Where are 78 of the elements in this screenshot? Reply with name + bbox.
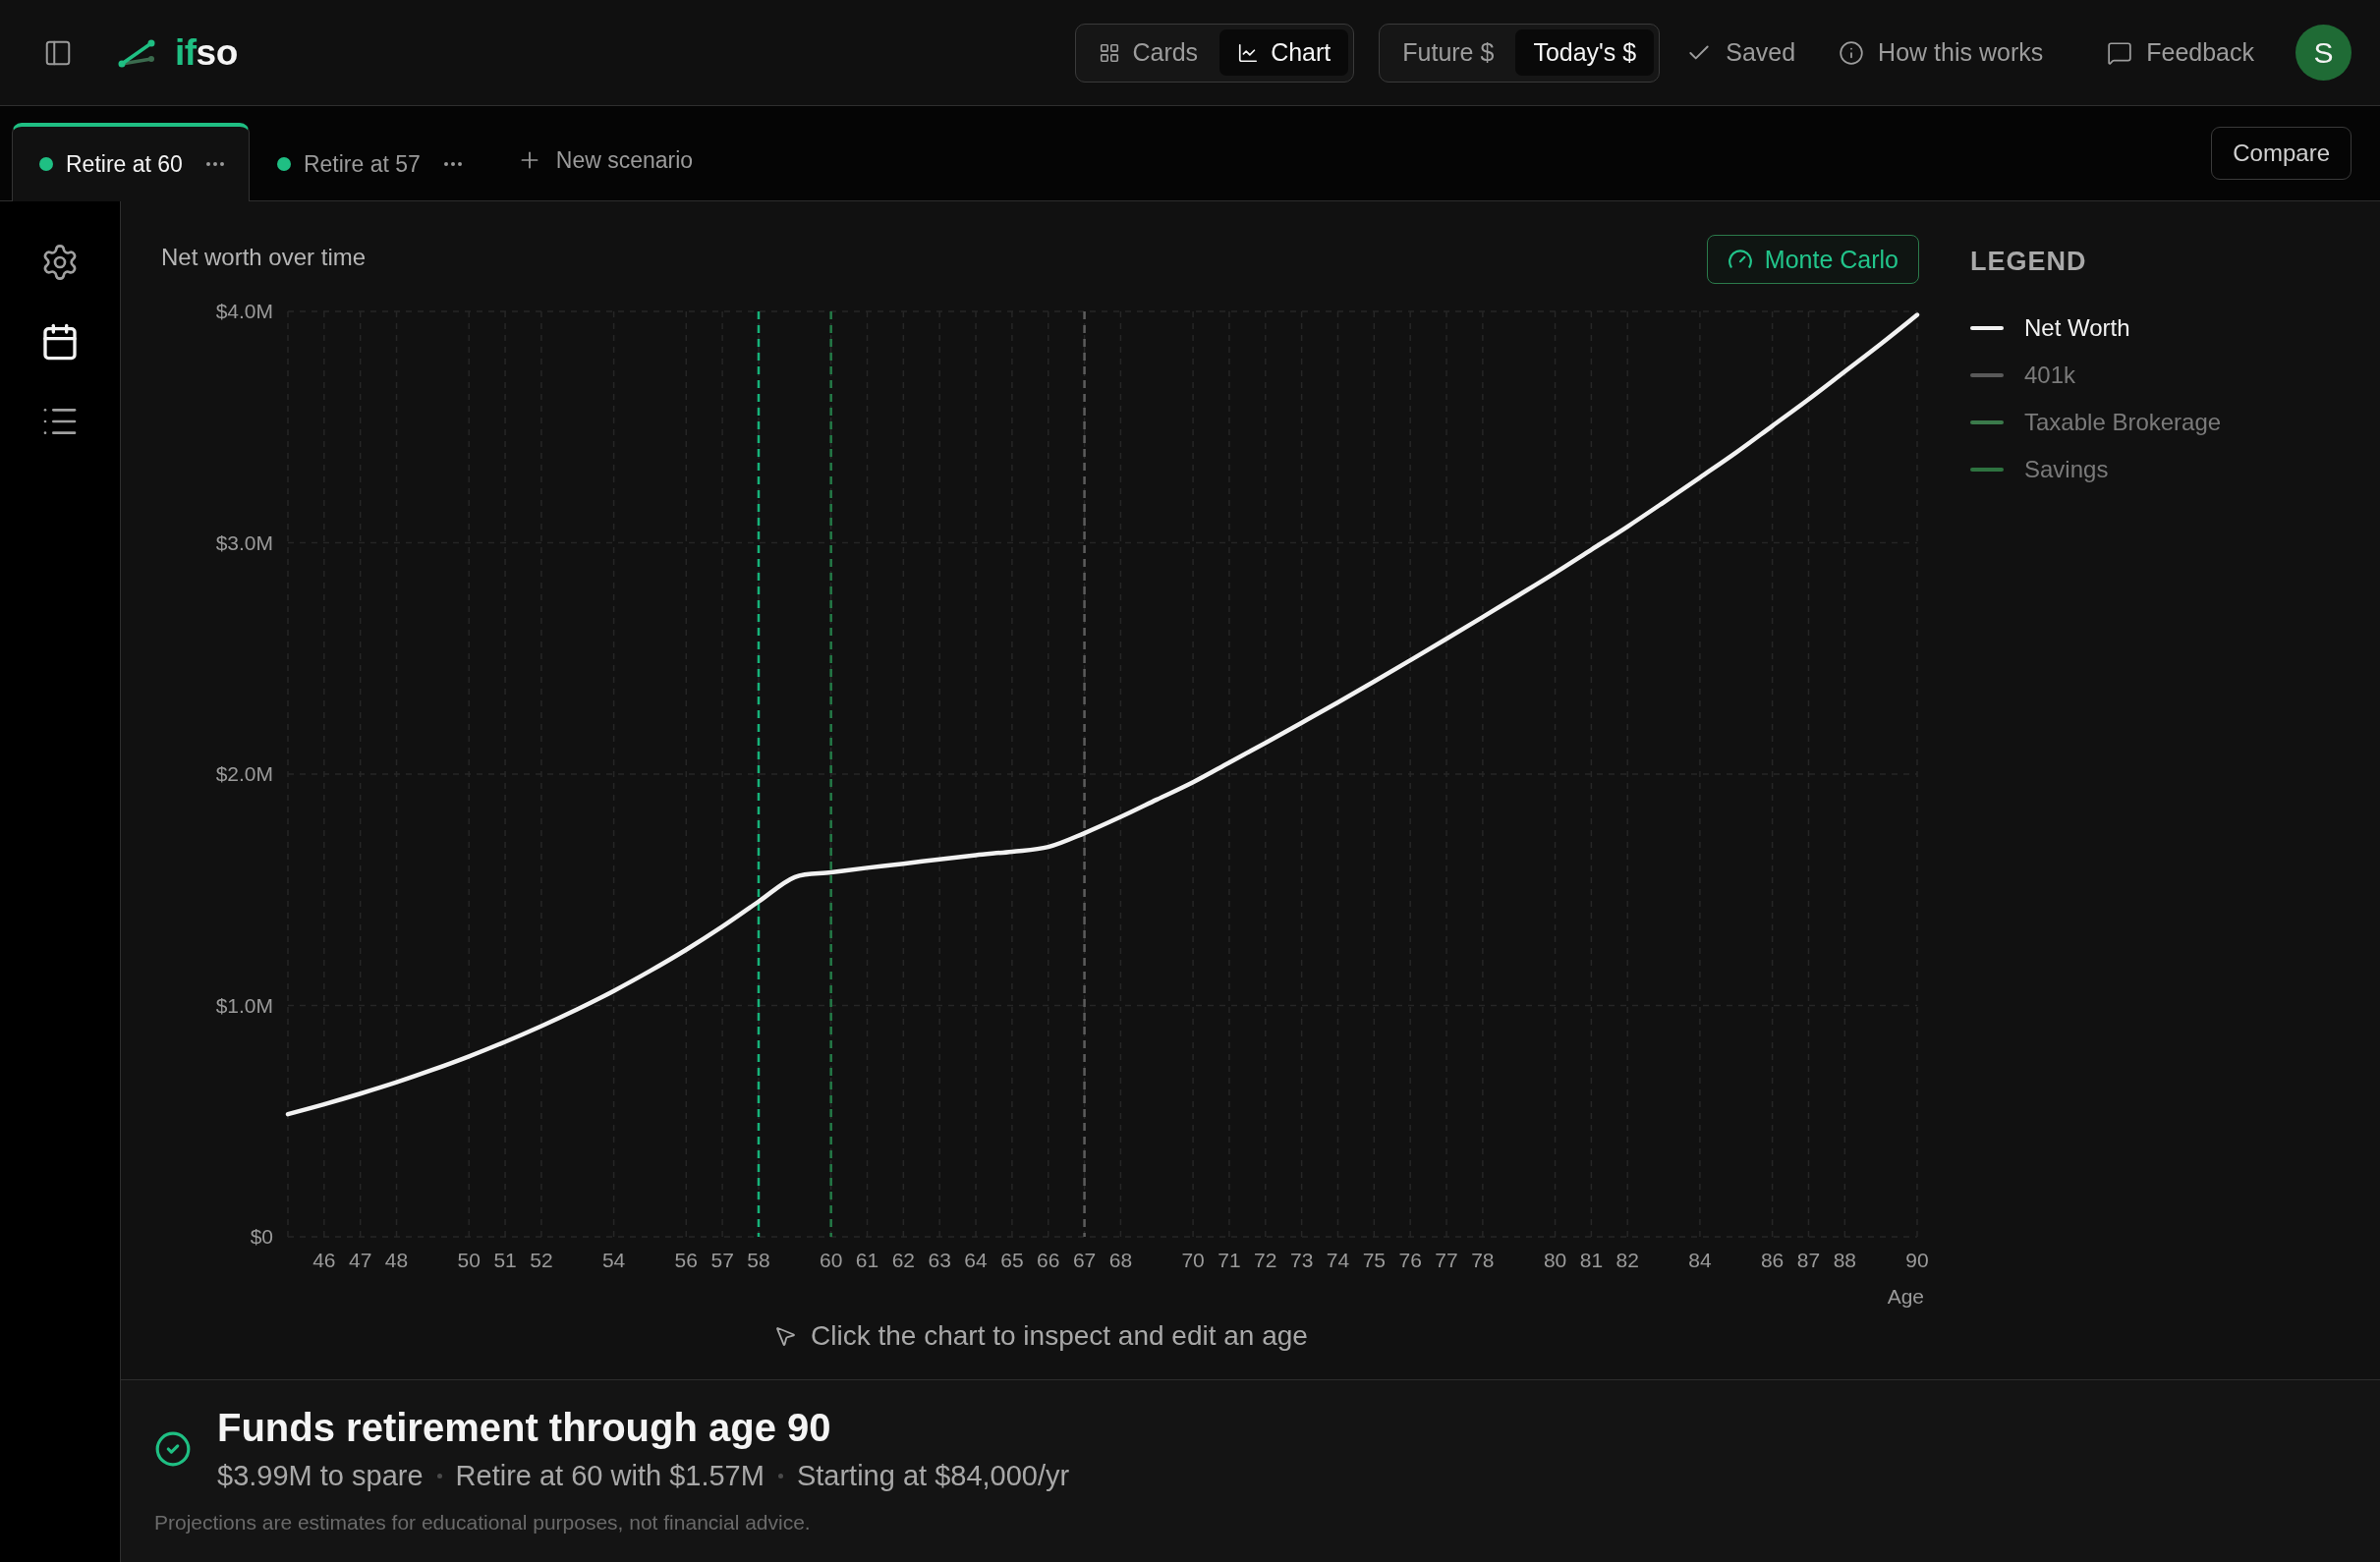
x-axis-label: 73 [1289, 1249, 1314, 1271]
x-axis-label: 82 [1615, 1249, 1639, 1271]
logo-wordmark: ifso [175, 31, 238, 74]
user-avatar[interactable]: S [2295, 25, 2352, 81]
x-axis-label: 80 [1543, 1249, 1567, 1271]
logo-icon [118, 37, 155, 68]
status-dot-icon [276, 157, 291, 171]
y-axis-label: $0 [250, 1225, 273, 1248]
save-status: Saved [1726, 38, 1796, 67]
view-toggle-option[interactable]: Chart [1219, 29, 1349, 76]
x-axis-title: Age [1887, 1285, 1924, 1308]
x-axis-label: 77 [1435, 1249, 1458, 1271]
x-axis-label: 48 [384, 1249, 409, 1271]
currency-toggle-option[interactable]: Today's $ [1515, 29, 1655, 76]
x-axis-label: 81 [1579, 1249, 1604, 1271]
x-axis-label: 74 [1326, 1249, 1350, 1271]
y-axis-label: $4.0M [215, 300, 273, 322]
calendar-icon[interactable] [40, 322, 80, 362]
x-axis-label: 57 [710, 1249, 734, 1271]
x-axis-label: 58 [747, 1249, 770, 1271]
legend-item[interactable]: 401k [2024, 362, 2076, 389]
y-axis-label: $3.0M [215, 530, 273, 554]
x-axis-label: 52 [530, 1249, 553, 1271]
scenario-tab[interactable]: Retire at 57 [249, 122, 487, 202]
x-axis-label: 50 [457, 1249, 481, 1271]
x-axis-label: 62 [891, 1249, 916, 1271]
status-dot-icon [39, 157, 53, 171]
x-axis-label: 68 [1108, 1249, 1133, 1271]
compare-button[interactable]: Compare [2211, 127, 2352, 180]
x-axis-label: 78 [1471, 1249, 1495, 1271]
y-axis-label: $2.0M [215, 762, 273, 785]
x-axis-label: 51 [493, 1249, 517, 1271]
how-this-works-link[interactable]: How this works [1839, 38, 2044, 67]
currency-toggle-option[interactable]: Future $ [1385, 29, 1512, 76]
pointer-icon [773, 1324, 798, 1348]
x-axis-label: 88 [1833, 1249, 1856, 1271]
x-axis-label: 47 [349, 1249, 372, 1271]
chart-hint: Click the chart to inspect and edit an age [811, 1320, 1308, 1352]
x-axis-label: 70 [1181, 1249, 1205, 1271]
x-axis-label: 56 [674, 1249, 698, 1271]
x-axis-label: 67 [1072, 1249, 1097, 1271]
grid-icon [1099, 41, 1121, 64]
x-axis-label: 54 [601, 1249, 626, 1271]
monte-carlo-button[interactable]: Monte Carlo [1706, 235, 1919, 284]
x-axis-label: 87 [1796, 1249, 1821, 1271]
x-axis-label: 60 [820, 1249, 843, 1271]
chart-title: Net worth over time [161, 244, 367, 271]
x-axis-label: 46 [312, 1249, 336, 1271]
new-scenario-button[interactable]: New scenario [486, 136, 694, 185]
feedback-button[interactable]: Feedback [2107, 38, 2254, 67]
x-axis-label: 90 [1905, 1249, 1929, 1271]
x-axis-label: 86 [1760, 1249, 1785, 1271]
x-axis-label: 76 [1398, 1249, 1422, 1271]
x-axis-label: 61 [855, 1249, 879, 1271]
x-axis-label: 65 [1000, 1249, 1024, 1271]
summary-stat: Starting at $84,000/yr [796, 1459, 1070, 1493]
x-axis-label: 72 [1254, 1249, 1277, 1271]
scenario-tab[interactable]: Retire at 60 [12, 122, 250, 202]
x-axis-label: 75 [1362, 1249, 1386, 1271]
y-axis-label: $1.0M [215, 993, 273, 1017]
x-axis-label: 84 [1688, 1249, 1712, 1271]
summary-stat: Retire at 60 with $1.57M [455, 1459, 765, 1493]
legend-item[interactable]: Taxable Brokerage [2024, 409, 2222, 436]
summary-stat: $3.99M to spare [217, 1459, 424, 1493]
x-axis-label: 71 [1218, 1249, 1241, 1271]
view-toggle-option[interactable]: Cards [1081, 29, 1217, 76]
x-axis-label: 66 [1037, 1249, 1060, 1271]
legend-heading: LEGEND [1970, 246, 2087, 277]
x-axis-label: 63 [928, 1249, 951, 1271]
disclaimer: Projections are estimates for educational purposes, not financial advice. [154, 1510, 811, 1535]
legend-item[interactable]: Net Worth [2024, 314, 2130, 342]
x-axis-label: 64 [964, 1249, 988, 1271]
legend-item[interactable]: Savings [2024, 456, 2109, 483]
message-icon [2107, 39, 2133, 66]
summary-title: Funds retirement through age 90 [217, 1405, 831, 1451]
line-chart-icon [1237, 41, 1260, 64]
info-icon [1839, 39, 1865, 66]
check-circle-icon [154, 1430, 192, 1468]
